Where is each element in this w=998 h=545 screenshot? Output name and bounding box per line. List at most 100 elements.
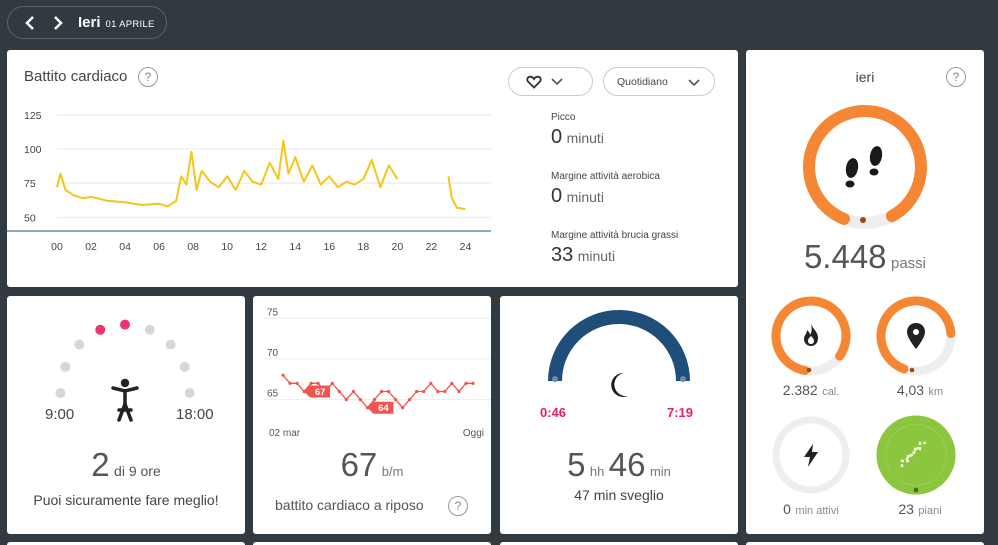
data-point [372,398,377,402]
calories-value: 2.382 [782,382,818,398]
resting-hr-chart: 75 70 65 67 64 02 mar Oggi [263,307,491,439]
hourly-activity-card[interactable]: 9:00 18:00 2 di 9 ore Puoi sicuramente f… [7,296,245,534]
sleep-end: 7:19 [667,405,694,420]
floors-ring[interactable] [874,413,958,497]
data-point [450,381,454,385]
sleep-card[interactable]: 0:46 7:19 5 hh 46 min 47 min sveglio [500,296,738,534]
zone-label: Margine attività aerobica [551,171,660,182]
summary-help-icon[interactable]: ? [946,67,966,87]
resting-value: 67 [340,446,378,483]
chevron-down-icon [551,78,563,86]
hourly-start-time: 9:00 [45,406,75,423]
distance-unit: km [928,386,944,398]
data-point [464,381,468,385]
data-point [337,389,341,394]
data-point [295,381,299,385]
x-tick-label: 08 [187,241,199,253]
zone-value: 0 [551,126,563,148]
x-tick-label: 12 [255,241,267,253]
sleep-hours: 5 [567,446,586,483]
data-point [457,389,461,394]
data-point [401,406,405,410]
hour-dot [95,324,106,335]
data-point [281,373,285,377]
hour-dot [55,388,66,398]
date-navigator: Ieri 01 APRILE [7,6,167,39]
x-tick-label: 10 [221,241,233,253]
sleep-mins: 46 [608,446,646,483]
x-tick-label: 16 [323,241,335,253]
prev-day-icon[interactable] [22,14,38,32]
zone-unit: minuti [566,130,604,146]
heart-rate-chart: 125 100 75 50 00 02 04 06 08 10 12 14 16 18 20 22 24 [7,110,491,253]
x-tick-label: 22 [426,241,438,253]
x-label-start: 02 mar [269,428,301,439]
sleep-mins-unit: min [649,464,671,479]
hour-dot [144,324,155,335]
hour-dot [179,361,190,372]
map-pin-icon [907,323,925,349]
zone-fatburn: Margine attività brucia grassi 33 minuti [551,230,678,267]
zone-label: Picco [551,112,576,123]
x-tick-label: 18 [358,241,370,253]
y-tick-label: 100 [24,144,42,156]
data-point [344,398,348,402]
hour-dot [165,339,176,350]
calories-ring[interactable] [769,294,853,378]
data-point [309,381,313,385]
data-point [443,389,447,394]
next-day-icon[interactable] [50,14,66,32]
x-tick-label: 06 [153,241,165,253]
x-tick-label: 14 [289,241,301,253]
data-point [386,389,391,394]
heart-rate-series-late [447,176,466,211]
resting-label: battito cardiaco a riposo [275,497,424,513]
flame-icon [804,324,818,346]
hourly-readout: 2 di 9 ore [7,446,245,484]
zone-picco: Picco 0 minuti [551,112,604,149]
period-dropdown[interactable]: Quotidiano [603,67,715,96]
heart-help-icon[interactable]: ? [138,67,158,87]
steps-value: 5.448 [803,238,887,275]
nav-day-label: Ieri [78,14,101,31]
sleep-readout: 5 hh 46 min [500,446,738,484]
sleep-start: 0:46 [540,405,567,420]
floors-value: 23 [898,501,914,517]
active-unit: min attivi [795,505,839,517]
data-point [393,398,398,402]
hour-dot [60,361,71,372]
period-select-label: Quotidiano [617,76,668,88]
heart-rate-series [56,139,399,208]
active-minutes-ring[interactable] [769,413,853,497]
data-point [351,389,355,394]
data-point [379,389,384,394]
active-value: 0 [783,501,791,517]
resting-unit: b/m [381,464,404,479]
data-point [288,381,292,385]
y-tick-label: 50 [24,212,36,224]
hourly-end-time: 18:00 [176,406,214,423]
chevron-down-icon [688,79,700,87]
zone-aerobic: Margine attività aerobica 0 minuti [551,171,660,208]
data-point [316,381,320,385]
resting-help-icon[interactable]: ? [448,496,468,516]
data-point [415,389,419,394]
person-stretch-icon [111,378,139,422]
hourly-value: 2 [91,446,110,483]
flag-low-label: 64 [378,403,389,414]
data-point [358,398,363,402]
nav-date-label: 01 APRILE [105,18,155,30]
distance-readout: 4,03 km [856,382,984,400]
steps-readout: 5.448 passi [746,238,984,276]
resting-readout: 67 b/m [253,446,491,484]
heart-icon [526,75,542,89]
resting-hr-card[interactable]: 75 70 65 67 64 02 mar Oggi 67 b/m battito c… [253,296,491,534]
flag-high-label: 67 [315,387,326,398]
y-tick-label: 125 [24,110,42,122]
distance-ring[interactable] [874,294,958,378]
zone-value: 33 [551,244,574,266]
data-point [330,381,334,385]
steps-ring[interactable] [800,102,930,232]
heart-type-dropdown[interactable] [508,67,593,96]
hour-dot [120,319,130,330]
